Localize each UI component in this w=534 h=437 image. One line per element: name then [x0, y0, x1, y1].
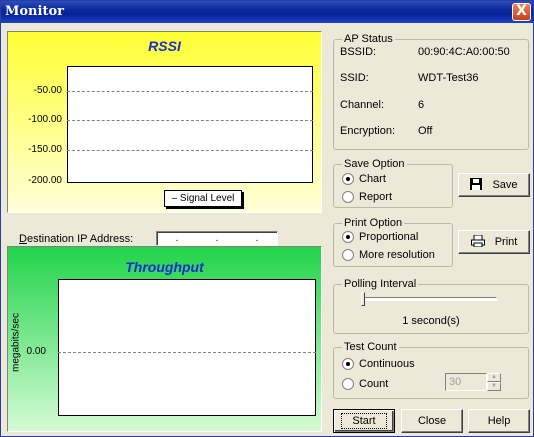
rssi-tick-label: -50.00: [33, 85, 62, 96]
rssi-tick-label: -100.00: [28, 114, 62, 125]
destination-ip-field[interactable]: . . .: [156, 231, 278, 246]
polling-interval-title: Polling Interval: [342, 278, 419, 290]
rssi-tick-label: -200.00: [28, 175, 62, 186]
rssi-grid-line: [67, 120, 313, 121]
ap-status-title: AP Status: [342, 33, 395, 45]
encryption-value: Off: [418, 125, 433, 137]
print-button[interactable]: Print: [458, 230, 530, 254]
channel-label: Channel:: [340, 99, 385, 111]
count-label: Count: [359, 378, 389, 390]
ip-dot: .: [255, 233, 259, 244]
start-button[interactable]: Start: [333, 409, 395, 433]
save-chart-radio[interactable]: Chart: [342, 173, 386, 185]
radio-dot: [342, 358, 354, 370]
save-report-radio[interactable]: Report: [342, 191, 392, 203]
bssid-value: 00:90:4C:A0:00:50: [418, 46, 510, 58]
radio-dot: [342, 191, 354, 203]
rssi-tick-label: -150.00: [28, 144, 62, 155]
spin-down-icon[interactable]: ▼: [487, 382, 501, 391]
close-window-icon[interactable]: X: [512, 3, 531, 21]
print-option-title: Print Option: [342, 217, 405, 229]
rssi-chart-panel: RSSI -50.00 -100.00 -150.00 -200.00 – Si…: [7, 31, 322, 213]
continuous-radio[interactable]: Continuous: [342, 358, 415, 370]
throughput-chart-title: Throughput: [125, 259, 204, 275]
radio-dot: [342, 231, 354, 243]
legend-line-icon: –: [171, 193, 178, 204]
test-count-title: Test Count: [342, 341, 399, 353]
rssi-plot-area: [67, 66, 313, 183]
save-chart-label: Chart: [359, 173, 386, 185]
save-option-group: Save Option Chart Report: [333, 158, 453, 208]
save-button[interactable]: Save: [458, 173, 530, 197]
radio-dot: [342, 173, 354, 185]
rssi-chart-title: RSSI: [148, 38, 181, 54]
throughput-chart-panel: Throughput 0.00 megabits/sec: [7, 246, 322, 432]
ssid-value: WDT-Test36: [418, 72, 479, 84]
floppy-disk-icon: [470, 177, 483, 193]
printer-icon: [470, 234, 485, 250]
title-bar[interactable]: Monitor: [1, 1, 533, 23]
count-radio[interactable]: Count: [342, 378, 388, 390]
count-spinner[interactable]: ▲ ▼: [487, 373, 501, 391]
radio-dot: [342, 378, 354, 390]
rssi-grid-line: [67, 91, 313, 92]
print-proportional-radio[interactable]: Proportional: [342, 231, 418, 243]
radio-dot: [342, 249, 354, 261]
ip-dot: .: [175, 233, 179, 244]
print-button-label: Print: [494, 236, 518, 248]
channel-value: 6: [418, 99, 425, 111]
rssi-grid-line: [67, 150, 313, 151]
start-button-label: Start: [341, 413, 387, 429]
continuous-label: Continuous: [359, 358, 415, 370]
encryption-label: Encryption:: [340, 125, 396, 137]
polling-interval-value: 1 second(s): [402, 315, 460, 327]
throughput-plot-area: [58, 279, 316, 416]
polling-slider-track[interactable]: [361, 297, 497, 301]
count-input[interactable]: 30: [445, 373, 487, 391]
ip-dot: .: [215, 233, 219, 244]
rssi-legend: – Signal Level: [164, 190, 242, 207]
close-button[interactable]: Close: [401, 409, 463, 433]
close-button-label: Close: [417, 415, 447, 427]
monitor-window: Monitor X RSSI -50.00 -100.00 -150.00 -2…: [0, 0, 534, 437]
save-option-title: Save Option: [342, 158, 407, 170]
window-title: Monitor: [5, 4, 64, 19]
save-button-label: Save: [492, 179, 518, 191]
help-button[interactable]: Help: [468, 409, 530, 433]
bssid-label: BSSID:: [340, 46, 377, 58]
print-more-resolution-radio[interactable]: More resolution: [342, 249, 435, 261]
spin-up-icon[interactable]: ▲: [487, 373, 501, 382]
help-button-label: Help: [487, 415, 511, 427]
throughput-grid-line: [58, 352, 316, 353]
legend-label: Signal Level: [179, 193, 235, 204]
destination-ip-label: Destination IP Address:: [19, 233, 134, 245]
throughput-y-axis-label: megabits/sec: [10, 313, 22, 372]
ap-status-group: AP Status BSSID: 00:90:4C:A0:00:50 SSID:…: [333, 33, 529, 150]
print-more-resolution-label: More resolution: [359, 249, 435, 261]
save-report-label: Report: [359, 191, 393, 203]
polling-slider-thumb[interactable]: [361, 292, 365, 306]
print-proportional-label: Proportional: [359, 231, 419, 243]
print-option-group: Print Option Proportional More resolutio…: [333, 217, 453, 267]
ssid-label: SSID:: [340, 72, 369, 84]
